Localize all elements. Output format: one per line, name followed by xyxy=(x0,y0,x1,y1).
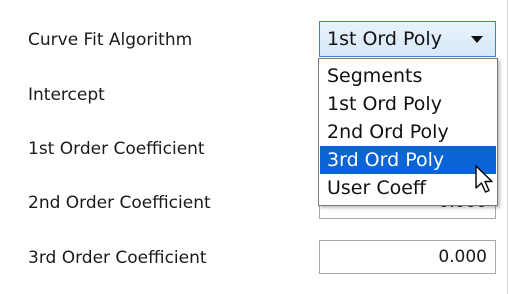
option-3rd-ord-poly[interactable]: 3rd Ord Poly xyxy=(320,146,496,174)
option-1st-ord-poly[interactable]: 1st Ord Poly xyxy=(320,90,496,118)
mouse-pointer-icon xyxy=(475,165,493,193)
option-user-coeff[interactable]: User Coeff xyxy=(320,174,496,202)
curve-fit-dropdown-list: Segments 1st Ord Poly 2nd Ord Poly 3rd O… xyxy=(318,58,498,206)
option-segments[interactable]: Segments xyxy=(320,62,496,90)
curve-fit-selected-value: 1st Ord Poly xyxy=(327,28,442,50)
curve-fit-label: Curve Fit Algorithm xyxy=(28,30,193,50)
second-order-label: 2nd Order Coefficient xyxy=(28,193,211,213)
third-order-label: 3rd Order Coefficient xyxy=(28,248,207,268)
third-order-field[interactable]: 0.000 xyxy=(319,240,496,274)
intercept-label: Intercept xyxy=(28,85,105,105)
chevron-down-icon[interactable] xyxy=(471,36,483,43)
coefficients-panel: Curve Fit Algorithm 1st Ord Poly Interce… xyxy=(0,0,508,294)
curve-fit-combobox[interactable]: 1st Ord Poly xyxy=(319,21,496,57)
option-2nd-ord-poly[interactable]: 2nd Ord Poly xyxy=(320,118,496,146)
first-order-label: 1st Order Coefficient xyxy=(28,139,205,159)
third-order-value: 0.000 xyxy=(438,247,487,267)
